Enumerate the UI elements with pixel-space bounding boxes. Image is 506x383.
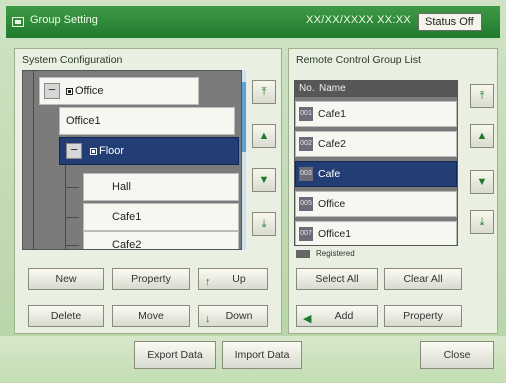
collapse-icon[interactable]: − xyxy=(66,143,82,159)
up-button[interactable]: ↑ Up xyxy=(198,268,268,290)
group-number: 005 xyxy=(299,197,313,211)
group-icon xyxy=(90,147,97,155)
tree-line xyxy=(65,187,79,188)
down-arrow-icon: ▼ xyxy=(476,176,488,188)
tree-line xyxy=(65,151,66,249)
window-title: Group Setting xyxy=(30,14,98,26)
column-header-no: No. xyxy=(299,83,315,94)
group-number: 001 xyxy=(299,107,313,121)
list-item[interactable]: 002 Cafe2 xyxy=(295,131,457,157)
list-scroll-up-button[interactable]: ▲ xyxy=(470,124,494,148)
down-button-label: Down xyxy=(225,310,253,322)
status-button[interactable]: Status Off xyxy=(418,13,482,31)
scroll-bottom-button[interactable]: ⤓ xyxy=(252,212,276,236)
scrollbar-thumb[interactable] xyxy=(242,82,246,152)
group-name: Cafe2 xyxy=(318,138,347,150)
tree-node-label: Cafe1 xyxy=(112,211,142,223)
group-name: Office1 xyxy=(318,228,352,240)
tree-node-label: Office xyxy=(75,85,104,97)
group-setting-window: Group Setting XX/XX/XXXX XX:XX Status Of… xyxy=(0,0,506,383)
group-name: Cafe1 xyxy=(318,108,347,120)
up-button-label: Up xyxy=(232,273,246,285)
select-all-button[interactable]: Select All xyxy=(296,268,378,290)
system-configuration-tree: − Office Office1 − Floor Hall Cafe1 Cafe… xyxy=(22,70,242,250)
system-configuration-label: System Configuration xyxy=(22,54,123,66)
group-icon xyxy=(66,87,73,95)
tree-node-hall[interactable]: Hall xyxy=(83,173,239,201)
tree-node-label: Cafe2 xyxy=(112,239,142,250)
up-arrow-icon: ▲ xyxy=(476,130,488,142)
scroll-up-button[interactable]: ▲ xyxy=(252,124,276,148)
list-item[interactable]: 007 Office1 xyxy=(295,221,457,245)
tree-node-office[interactable]: − Office xyxy=(39,77,199,105)
up-arrow-icon: ↑ xyxy=(205,276,211,288)
scroll-top-button[interactable]: ⤒ xyxy=(252,80,276,104)
import-data-button[interactable]: Import Data xyxy=(222,341,302,369)
scroll-down-button[interactable]: ▼ xyxy=(252,168,276,192)
registered-legend-label: Registered xyxy=(316,249,355,258)
title-bar: Group Setting XX/XX/XXXX XX:XX Status Of… xyxy=(6,6,500,38)
top-arrow-icon: ⤒ xyxy=(479,90,485,102)
tree-node-label: Floor xyxy=(99,145,125,157)
tree-node-office1[interactable]: Office1 xyxy=(59,107,235,135)
remote-control-group-list: No. Name 001 Cafe1 002 Cafe2 003 Cafe 00… xyxy=(294,80,458,246)
collapse-icon[interactable]: − xyxy=(44,83,60,99)
list-item[interactable]: 005 Office xyxy=(295,191,457,217)
group-number: 003 xyxy=(299,167,313,181)
delete-button[interactable]: Delete xyxy=(28,305,104,327)
group-name: Cafe xyxy=(318,168,341,180)
tree-line xyxy=(65,217,79,218)
new-button[interactable]: New xyxy=(28,268,104,290)
bottom-arrow-icon: ⤓ xyxy=(261,218,267,230)
add-button[interactable]: ◀ Add xyxy=(296,305,378,327)
clear-all-button[interactable]: Clear All xyxy=(384,268,462,290)
up-arrow-icon: ▲ xyxy=(258,130,270,142)
list-item[interactable]: 001 Cafe1 xyxy=(295,101,457,127)
tree-line xyxy=(65,245,79,246)
list-item-selected[interactable]: 003 Cafe xyxy=(295,161,457,187)
column-header-name: Name xyxy=(319,83,346,94)
down-arrow-icon: ↓ xyxy=(205,313,211,325)
remote-control-group-label: Remote Control Group List xyxy=(296,54,421,66)
group-number: 007 xyxy=(299,227,313,241)
datetime-display: XX/XX/XXXX XX:XX xyxy=(306,14,412,26)
down-arrow-icon: ▼ xyxy=(258,174,270,186)
add-button-label: Add xyxy=(334,310,354,322)
export-data-button[interactable]: Export Data xyxy=(134,341,216,369)
window-icon xyxy=(12,17,24,27)
list-header: No. Name xyxy=(295,81,457,97)
down-button[interactable]: ↓ Down xyxy=(198,305,268,327)
left-arrow-icon: ◀ xyxy=(303,313,312,325)
bottom-arrow-icon: ⤓ xyxy=(479,216,485,228)
group-number: 002 xyxy=(299,137,313,151)
tree-scrollbar[interactable] xyxy=(242,70,246,250)
list-property-button[interactable]: Property xyxy=(384,305,462,327)
tree-node-cafe2[interactable]: Cafe2 xyxy=(83,231,239,250)
list-scroll-down-button[interactable]: ▼ xyxy=(470,170,494,194)
top-arrow-icon: ⤒ xyxy=(261,86,267,98)
move-button[interactable]: Move xyxy=(112,305,190,327)
tree-node-label: Office1 xyxy=(66,115,101,127)
tree-node-floor[interactable]: − Floor xyxy=(59,137,239,165)
list-scroll-top-button[interactable]: ⤒ xyxy=(470,84,494,108)
property-button[interactable]: Property xyxy=(112,268,190,290)
tree-node-cafe1[interactable]: Cafe1 xyxy=(83,203,239,231)
tree-line xyxy=(33,71,34,249)
registered-legend-swatch xyxy=(296,250,310,258)
close-button[interactable]: Close xyxy=(420,341,494,369)
tree-node-label: Hall xyxy=(112,181,131,193)
list-scroll-bottom-button[interactable]: ⤓ xyxy=(470,210,494,234)
group-name: Office xyxy=(318,198,346,210)
